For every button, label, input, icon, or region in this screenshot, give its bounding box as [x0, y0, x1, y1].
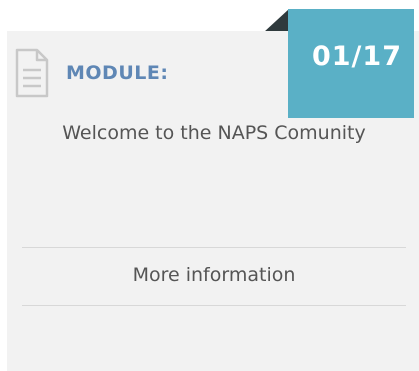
more-information-link[interactable]: More information — [22, 264, 406, 286]
document-icon — [15, 48, 49, 98]
corner-fold — [264, 9, 289, 32]
module-counter-badge: 01/17 — [288, 9, 414, 118]
divider-bottom — [22, 305, 406, 306]
module-counter: 01/17 — [311, 41, 402, 72]
module-label: MODULE: — [66, 62, 169, 84]
divider-top — [22, 247, 406, 248]
module-title: Welcome to the NAPS Comunity — [62, 122, 366, 144]
